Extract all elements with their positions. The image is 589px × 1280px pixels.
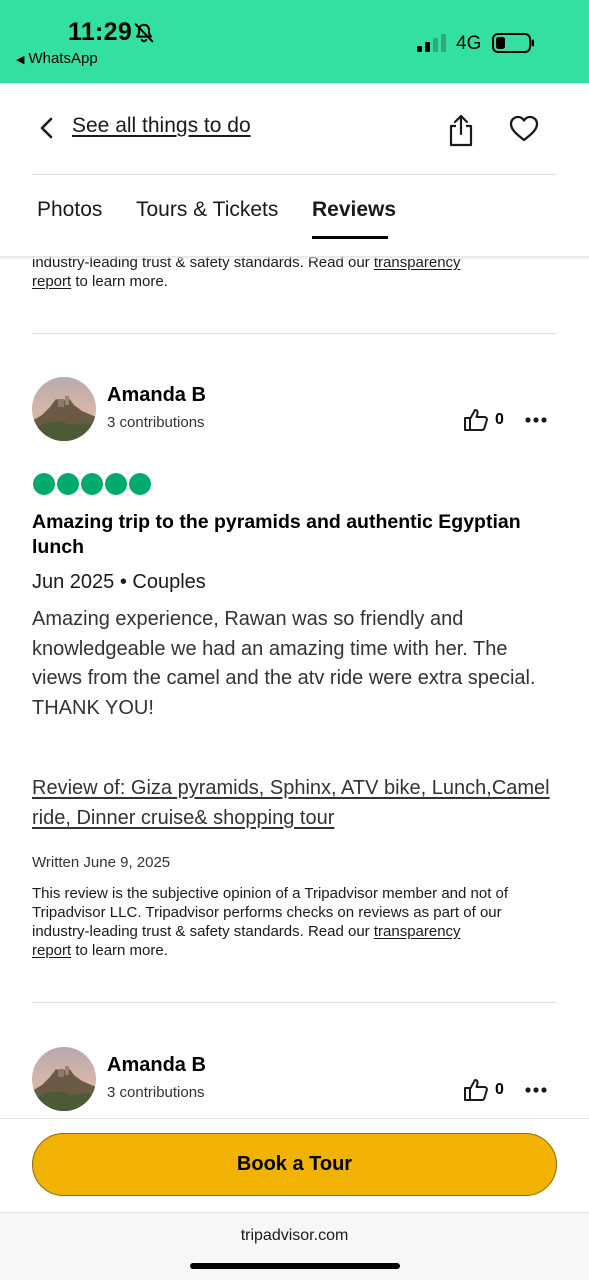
disclaimer-rest: to learn more. xyxy=(71,273,168,290)
battery-icon xyxy=(492,33,534,53)
contributions-count: 3 contributions xyxy=(107,1084,205,1101)
rating-bubble-icon xyxy=(81,473,103,495)
tab-bar-shadow xyxy=(0,256,589,260)
avatar[interactable] xyxy=(32,1047,96,1111)
url-text[interactable]: tripadvisor.com xyxy=(0,1227,589,1245)
reviewer-name[interactable]: Amanda B xyxy=(107,1054,206,1077)
more-options-icon[interactable] xyxy=(525,417,547,423)
book-a-tour-button[interactable]: Book a Tour xyxy=(32,1133,557,1196)
heart-icon[interactable] xyxy=(509,115,539,143)
tab-bar: Photos Tours & Tickets Reviews xyxy=(0,176,589,256)
rating-bubbles xyxy=(33,473,151,495)
contributions-count: 3 contributions xyxy=(107,414,205,431)
like-count: 0 xyxy=(495,1081,504,1098)
review-title[interactable]: Amazing trip to the pyramids and authent… xyxy=(32,510,557,560)
avatar-photo xyxy=(32,377,96,441)
review-divider xyxy=(32,333,557,334)
network-type: 4G xyxy=(456,33,482,54)
more-options-icon[interactable] xyxy=(525,1087,547,1093)
avatar-photo xyxy=(32,1047,96,1111)
rating-bubble-icon xyxy=(129,473,151,495)
rating-bubble-icon xyxy=(105,473,127,495)
thumbs-up-icon[interactable] xyxy=(463,408,489,432)
see-all-things-link[interactable]: See all things to do xyxy=(72,114,251,138)
browser-url-bar xyxy=(0,1212,589,1280)
transparency-link[interactable]: transparency xyxy=(374,923,461,940)
written-date: Written June 9, 2025 xyxy=(32,854,171,871)
reviewer-name[interactable]: Amanda B xyxy=(107,384,206,407)
bell-slash-icon xyxy=(134,23,154,43)
tab-tours-tickets[interactable]: Tours & Tickets xyxy=(136,198,278,222)
share-icon[interactable] xyxy=(446,113,476,147)
disclaimer-rest: to learn more. xyxy=(71,942,168,959)
review-disclaimer: This review is the subjective opinion of… xyxy=(32,884,557,960)
report-link[interactable]: report xyxy=(32,273,71,290)
home-indicator[interactable] xyxy=(190,1263,400,1269)
review-of-link[interactable]: Review of: Giza pyramids, Sphinx, ATV bi… xyxy=(32,774,562,833)
like-count: 0 xyxy=(495,411,504,428)
rating-bubble-icon xyxy=(33,473,55,495)
review-body: Amazing experience, Rawan was so friendl… xyxy=(32,608,536,719)
back-to-app-link[interactable]: ◀ WhatsApp xyxy=(16,50,98,67)
review-divider xyxy=(32,1002,557,1003)
report-link[interactable]: report xyxy=(32,942,71,959)
avatar[interactable] xyxy=(32,377,96,441)
status-time: 11:29 xyxy=(68,18,133,46)
active-tab-indicator xyxy=(312,236,388,239)
back-app-label: WhatsApp xyxy=(28,50,98,67)
thumbs-up-icon[interactable] xyxy=(463,1078,489,1102)
tab-reviews[interactable]: Reviews xyxy=(312,198,396,222)
nav-divider xyxy=(32,174,557,175)
signal-bars-icon xyxy=(417,34,446,52)
tab-photos[interactable]: Photos xyxy=(37,198,102,222)
rating-bubble-icon xyxy=(57,473,79,495)
chevron-left-icon[interactable] xyxy=(38,116,56,140)
review-date-trip-type: Jun 2025 • Couples xyxy=(32,571,206,593)
back-triangle-icon: ◀ xyxy=(16,54,25,66)
